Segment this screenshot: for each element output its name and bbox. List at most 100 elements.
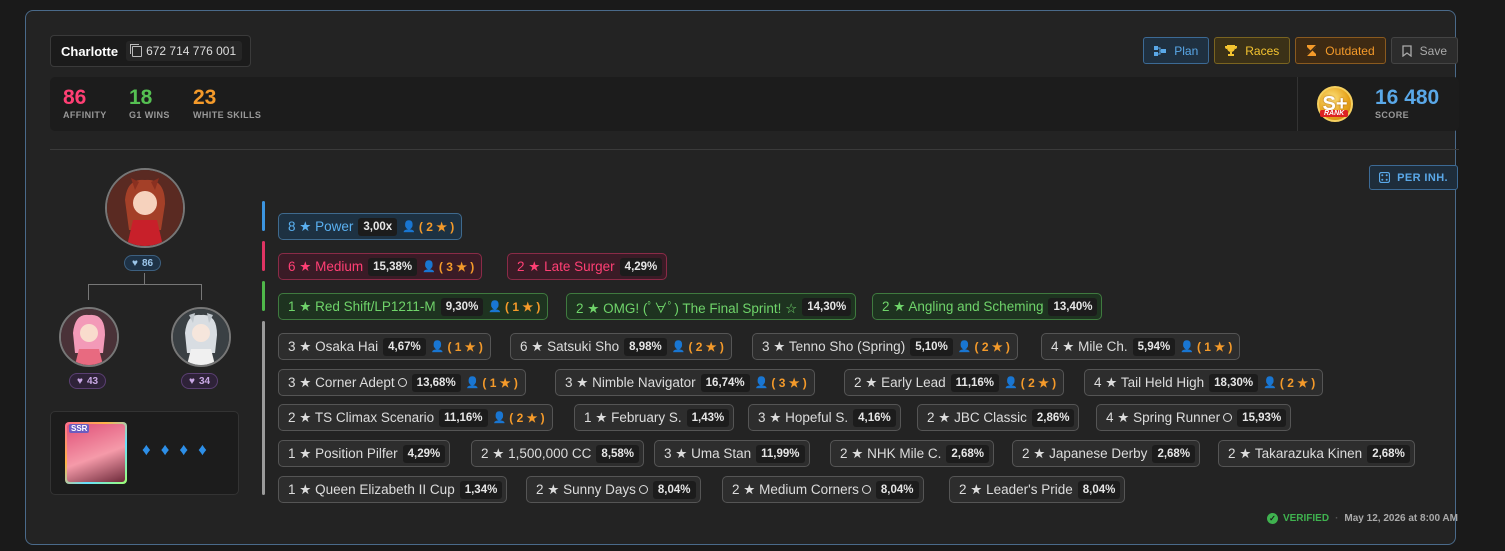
spark-chip[interactable]: 6 ★ Satsuki Sho 8,98% 👤( 2 ★ ) xyxy=(510,333,732,360)
save-button[interactable]: Save xyxy=(1390,37,1458,64)
outdated-button[interactable]: Outdated xyxy=(1295,37,1386,64)
spark-percentage: 8,58% xyxy=(596,444,640,463)
trainer-name-box: Charlotte 672 714 776 001 xyxy=(50,35,252,67)
save-label: Save xyxy=(1419,43,1447,58)
spark-percentage: 14,30% xyxy=(802,297,852,316)
parent-spark: 👤( 2 ★ ) xyxy=(493,411,548,425)
spark-chip[interactable]: 1 ★ Queen Elizabeth II Cup 1,34% xyxy=(278,476,508,503)
heart-icon: ♥ xyxy=(132,257,138,269)
spark-label: 2 ★ Angling and Scheming xyxy=(882,298,1044,314)
verified-label: VERIFIED xyxy=(1282,513,1330,524)
spark-chip[interactable]: 3 ★ Uma Stan 11,99% xyxy=(654,440,810,467)
spark-percentage: 18,30% xyxy=(1209,373,1259,392)
spark-label: 3 ★ Osaka Hai xyxy=(288,338,379,354)
spark-percentage: 11,16% xyxy=(439,408,488,427)
spark-chip[interactable]: 2 ★ OMG! (ﾟ∀ﾟ) The Final Sprint! ☆ 14,30% xyxy=(566,293,857,320)
limit-break-diamonds: ♦ ♦ ♦ ♦ xyxy=(142,440,207,460)
ssr-badge: SSR xyxy=(69,424,90,433)
spark-label: 2 ★ Leader's Pride xyxy=(959,481,1073,497)
spark-percentage: 15,93% xyxy=(1237,408,1287,427)
separator: · xyxy=(1335,513,1339,524)
spark-chip[interactable]: 2 ★ Early Lead 11,16% 👤( 2 ★ ) xyxy=(844,369,1065,396)
parent-right-avatar[interactable] xyxy=(171,307,231,367)
spark-chip[interactable]: 3 ★ Tenno Sho (Spring) 5,10% 👤( 2 ★ ) xyxy=(752,333,1018,360)
unique-circle-icon xyxy=(397,378,407,387)
spark-chip[interactable]: 2 ★ Leader's Pride 8,04% xyxy=(949,476,1126,503)
parent-spark: 👤( 1 ★ ) xyxy=(431,340,486,354)
person-icon: 👤 xyxy=(488,301,502,313)
parent-spark: 👤( 2 ★ ) xyxy=(402,220,457,234)
spark-label: 3 ★ Uma Stan xyxy=(664,445,752,461)
copy-icon xyxy=(130,43,143,57)
spark-chip[interactable]: 2 ★ Medium Corners 8,04% xyxy=(722,476,924,503)
hourglass-icon xyxy=(1306,45,1318,56)
spark-label: 1 ★ Position Pilfer xyxy=(288,445,398,461)
parent-right-affinity-value: 34 xyxy=(198,375,211,387)
footer: ✓ VERIFIED · May 12, 2026 at 8:00 AM xyxy=(1266,513,1458,524)
affinity-stat: 86 AFFINITY xyxy=(63,87,107,121)
spark-chip[interactable]: 4 ★ Spring Runner 15,93% xyxy=(1096,404,1292,431)
rank-tag: RANK xyxy=(1320,110,1349,117)
main-avatar[interactable] xyxy=(105,168,185,248)
person-icon: 👤 xyxy=(430,341,445,353)
spark-chip[interactable]: 2 ★ 1,500,000 CC 8,58% xyxy=(471,440,645,467)
heart-icon: ♥ xyxy=(189,375,195,387)
plan-button[interactable]: Plan xyxy=(1143,37,1210,64)
spark-percentage: 5,94% xyxy=(1132,337,1176,356)
spark-chip[interactable]: 3 ★ Corner Adept 13,68% 👤( 1 ★ ) xyxy=(278,369,526,396)
support-card[interactable]: SSR xyxy=(65,422,127,484)
spark-chip[interactable]: 4 ★ Mile Ch. 5,94% 👤( 1 ★ ) xyxy=(1041,333,1241,360)
green-spark-bar xyxy=(262,281,265,311)
spark-chip[interactable]: 1 ★ Position Pilfer 4,29% xyxy=(278,440,451,467)
spark-percentage: 2,68% xyxy=(1367,444,1410,463)
spark-chip[interactable]: 2 ★ NHK Mile C. 2,68% xyxy=(830,440,994,467)
per-inh-button[interactable]: PER INH. xyxy=(1369,165,1458,190)
outdated-label: Outdated xyxy=(1325,43,1375,58)
main-affinity-pill: ♥ 86 xyxy=(124,255,162,271)
spark-chip[interactable]: 1 ★ February S. 1,43% xyxy=(574,404,735,431)
diamond-icon: ♦ xyxy=(142,440,151,459)
spark-percentage: 11,16% xyxy=(950,373,1000,392)
unique-circle-icon xyxy=(1223,413,1233,422)
divider xyxy=(50,149,1459,150)
unique-circle-icon xyxy=(638,485,648,494)
spark-label: 3 ★ Hopeful S. xyxy=(758,409,849,425)
parent-spark-value: ( 2 ★ ) xyxy=(1020,375,1057,390)
spark-label: 4 ★ Tail Held High xyxy=(1094,374,1205,390)
spark-chip[interactable]: 6 ★ Medium 15,38% 👤( 3 ★ ) xyxy=(278,253,483,280)
spark-label: 3 ★ Corner Adept xyxy=(288,374,395,390)
spark-percentage: 13,40% xyxy=(1048,297,1098,316)
parent-spark: 👤( 2 ★ ) xyxy=(1263,376,1318,390)
spark-chip[interactable]: 2 ★ Angling and Scheming 13,40% xyxy=(872,293,1103,320)
spark-chip[interactable]: 3 ★ Hopeful S. 4,16% xyxy=(748,404,901,431)
diamond-icon: ♦ xyxy=(179,440,189,459)
spark-chip[interactable]: 2 ★ Takarazuka Kinen 2,68% xyxy=(1218,440,1415,467)
spark-chip[interactable]: 3 ★ Nimble Navigator 16,74% 👤( 3 ★ ) xyxy=(555,369,815,396)
spark-chip[interactable]: 2 ★ Japanese Derby 2,68% xyxy=(1012,440,1201,467)
spark-chip[interactable]: 1 ★ Red Shift/LP1211-M 9,30% 👤( 1 ★ ) xyxy=(278,293,549,320)
parent-spark: 👤( 1 ★ ) xyxy=(1180,340,1235,354)
parent-left-avatar[interactable] xyxy=(59,307,119,367)
parent-left-affinity-value: 43 xyxy=(86,375,99,387)
spark-chip[interactable]: 2 ★ Sunny Days 8,04% xyxy=(526,476,701,503)
spark-chip[interactable]: 8 ★ Power 3,00x 👤( 2 ★ ) xyxy=(278,213,463,240)
trainer-name: Charlotte xyxy=(61,43,119,59)
white-skills-value: 23 xyxy=(193,86,217,109)
spark-label: 2 ★ Early Lead xyxy=(854,374,946,390)
spark-chip[interactable]: 2 ★ Late Surger 4,29% xyxy=(507,253,668,280)
parent-spark: 👤( 2 ★ ) xyxy=(1004,376,1059,390)
races-label: Races xyxy=(1245,43,1280,58)
spark-chip[interactable]: 3 ★ Osaka Hai 4,67% 👤( 1 ★ ) xyxy=(278,333,491,360)
parent-spark-value: ( 2 ★ ) xyxy=(509,410,545,425)
spark-percentage: 8,04% xyxy=(875,480,919,499)
races-button[interactable]: Races xyxy=(1214,37,1291,64)
spark-chip[interactable]: 2 ★ TS Climax Scenario 11,16% 👤( 2 ★ ) xyxy=(278,404,553,431)
spark-label: 4 ★ Mile Ch. xyxy=(1051,338,1128,354)
spark-label: 2 ★ 1,500,000 CC xyxy=(481,445,592,461)
spark-chip[interactable]: 4 ★ Tail Held High 18,30% 👤( 2 ★ ) xyxy=(1084,369,1324,396)
spark-chip[interactable]: 2 ★ JBC Classic 2,86% xyxy=(917,404,1080,431)
parent-spark-value: ( 1 ★ ) xyxy=(447,339,483,354)
trainer-id-copy[interactable]: 672 714 776 001 xyxy=(126,41,243,61)
parent-spark: 👤( 2 ★ ) xyxy=(672,340,727,354)
person-icon: 👤 xyxy=(754,377,769,389)
